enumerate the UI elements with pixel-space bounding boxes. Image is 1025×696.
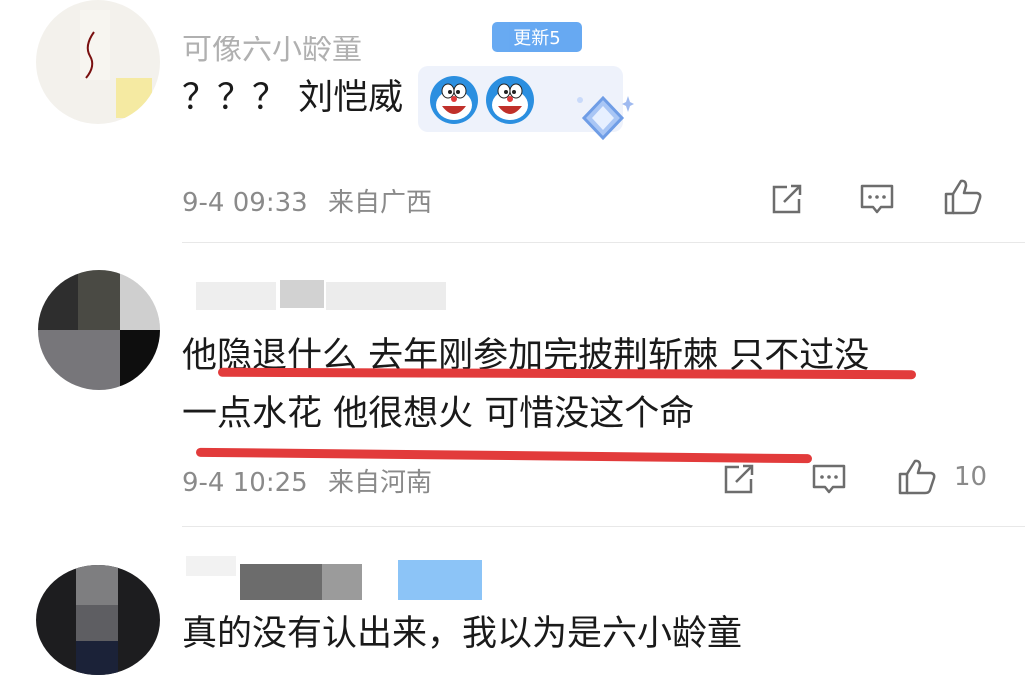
share-icon xyxy=(772,184,802,214)
comment-location: 来自河南 xyxy=(327,468,432,498)
avatar-blur xyxy=(78,270,120,330)
comment-text: ？？？ 刘恺威 xyxy=(182,78,404,118)
comment-time: 9-4 09:33 xyxy=(182,188,308,218)
avatar-blur xyxy=(120,330,160,390)
thumbs-up-icon xyxy=(898,459,936,495)
avatar[interactable] xyxy=(36,565,160,675)
username-blurred xyxy=(326,282,446,310)
truncated-previous-text: 可像六小龄童 xyxy=(182,32,362,67)
doraemon-emoji-icon xyxy=(430,76,478,124)
share-icon xyxy=(724,464,754,494)
share-button[interactable] xyxy=(766,178,808,220)
thumbs-up-icon xyxy=(944,179,982,215)
avatar-blur xyxy=(76,605,118,641)
avatar[interactable] xyxy=(38,270,160,390)
comment-text: 真的没有认出来，我以为是六小龄童 xyxy=(182,614,743,654)
comment-icon xyxy=(860,184,894,214)
like-button[interactable] xyxy=(942,176,984,218)
username-blurred xyxy=(240,564,322,600)
avatar-blur xyxy=(38,330,120,390)
divider xyxy=(182,242,1025,243)
doraemon-emoji-icon xyxy=(486,76,534,124)
comment-location: 来自广西 xyxy=(327,188,432,218)
username-blurred xyxy=(322,564,362,600)
status-badge: 更新5 xyxy=(492,22,582,52)
avatar-blur xyxy=(116,78,152,118)
avatar-blur xyxy=(38,270,78,330)
member-badge-blurred xyxy=(398,560,482,600)
username-blurred xyxy=(280,280,324,308)
reply-button[interactable] xyxy=(808,458,850,500)
reply-button[interactable] xyxy=(856,178,898,220)
like-button[interactable] xyxy=(896,456,938,498)
like-count: 10 xyxy=(954,462,988,492)
comment-icon xyxy=(812,464,846,494)
avatar-blur xyxy=(76,641,118,675)
username-blurred[interactable] xyxy=(186,556,236,576)
avatar[interactable] xyxy=(36,0,160,124)
comment-meta: 9-4 09:33 来自广西 xyxy=(182,182,432,219)
comment-time: 9-4 10:25 xyxy=(182,468,308,498)
avatar-mark-icon xyxy=(85,31,95,79)
comment-list: 可像六小龄童 更新5 ？？？ 刘恺威 9-4 09:33 来自广西 他隐退什么 … xyxy=(0,0,1025,696)
comment-meta: 9-4 10:25 来自河南 xyxy=(182,462,432,499)
comment-text-line: 一点水花 他很想火 可惜没这个命 xyxy=(182,394,695,434)
avatar-blur xyxy=(120,270,160,330)
share-button[interactable] xyxy=(718,458,760,500)
avatar-blur xyxy=(76,565,118,605)
divider xyxy=(182,526,1025,527)
diamond-sparkle-icon xyxy=(577,95,634,141)
username-blurred[interactable] xyxy=(196,282,276,310)
